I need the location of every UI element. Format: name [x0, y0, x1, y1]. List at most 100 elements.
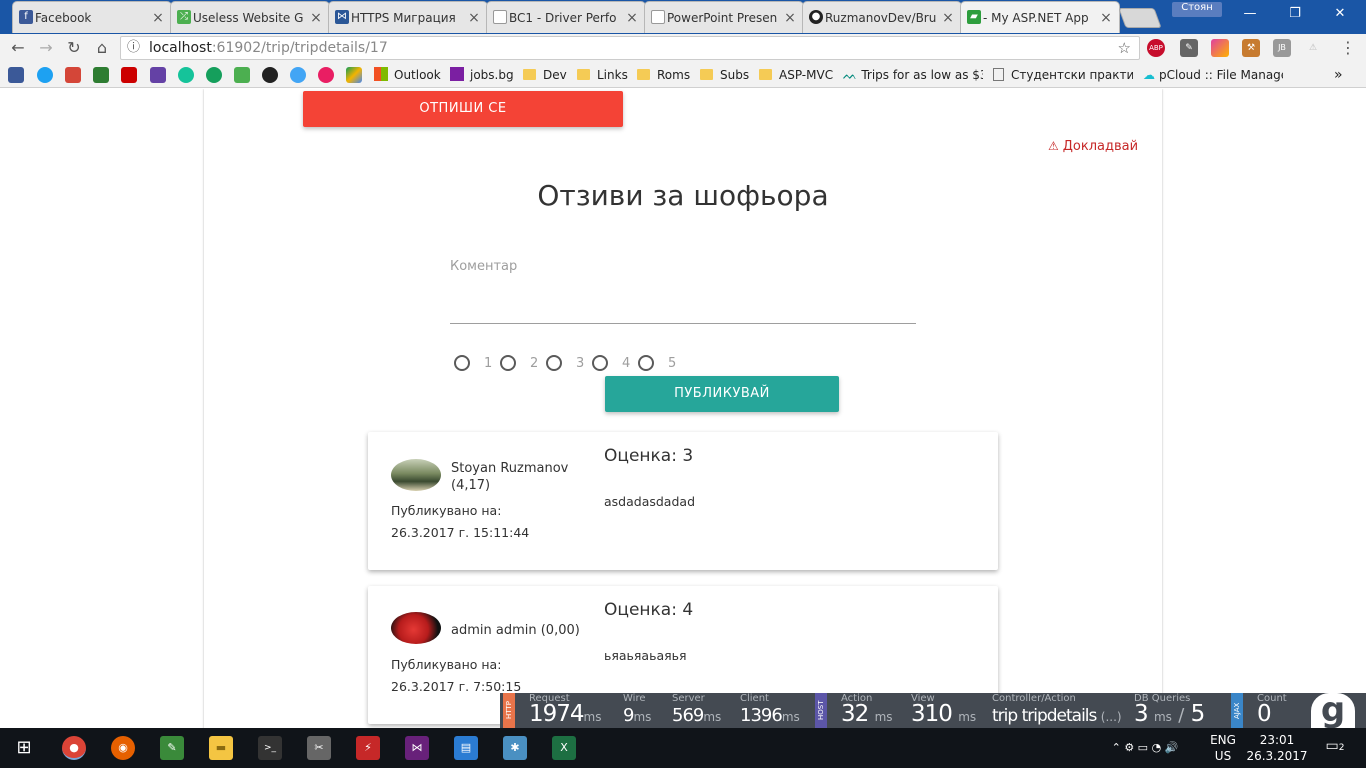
page-icon — [993, 68, 1004, 81]
remote-desktop-taskbar-icon[interactable]: ▤ — [454, 736, 478, 760]
action-center-button[interactable]: ▭2 — [1320, 738, 1350, 756]
tools-extension-icon[interactable]: ⚒ — [1242, 39, 1260, 57]
folder-icon — [577, 69, 590, 80]
minimize-button[interactable]: — — [1235, 4, 1265, 24]
glimpse-hud[interactable]: HTTP Request 1974ms Wire 9ms Server 569m… — [500, 693, 1366, 728]
language-indicator[interactable]: ENG US — [1206, 732, 1240, 764]
bookmark-folder-links[interactable]: Links — [577, 66, 628, 84]
site-info-icon[interactable]: ⓘ — [127, 37, 140, 59]
comment-input[interactable] — [450, 279, 916, 323]
address-bar[interactable]: ⓘ localhost:61902/trip/tripdetails/17 ☆ — [120, 36, 1140, 60]
file-explorer-taskbar-icon[interactable]: ▬ — [209, 736, 233, 760]
back-button[interactable]: ← — [8, 38, 28, 58]
new-tab-button[interactable] — [1118, 8, 1162, 28]
close-tab-icon[interactable]: × — [1099, 10, 1113, 26]
maximize-button[interactable]: ❐ — [1280, 4, 1310, 24]
home-button[interactable]: ⌂ — [92, 38, 112, 58]
forward-button[interactable]: → — [36, 38, 56, 58]
reload-button[interactable]: ↻ — [64, 38, 84, 58]
visual-studio-taskbar-icon[interactable]: ⋈ — [405, 736, 429, 760]
bookmark-pcloud[interactable]: ☁ pCloud :: File Manage — [1143, 66, 1283, 84]
bookmark-folder-roms[interactable]: Roms — [637, 66, 690, 84]
google-drive-bookmark-icon[interactable] — [346, 67, 362, 83]
bookmark-trips[interactable]: ᨓ Trips for as low as $34 — [843, 66, 983, 84]
tab-powerpoint[interactable]: PowerPoint Presen × — [644, 1, 804, 33]
adblock-plus-icon[interactable]: ABP — [1147, 39, 1165, 57]
tab-useless-website[interactable]: ⤮ Useless Website G × — [170, 1, 330, 33]
youtube-bookmark-icon[interactable] — [121, 67, 137, 83]
system-tray-icons[interactable]: ⌃ ⚙ ▭ ◔ 🔊 — [1090, 740, 1200, 756]
rating-radio-3[interactable] — [546, 355, 562, 371]
pink-extension-icon[interactable] — [1211, 39, 1229, 57]
tab-my-aspnet-app[interactable]: ▰ - My ASP.NET App × — [960, 1, 1120, 33]
rating-radio-1[interactable] — [454, 355, 470, 371]
tab-bc1-driver[interactable]: BC1 - Driver Perfo × — [486, 1, 646, 33]
tab-https-migration[interactable]: ⋈ HTTPS Миграция × — [328, 1, 488, 33]
bookmark-folder-asp-mvc[interactable]: ASP-MVC — [759, 66, 833, 84]
review-text: asdadasdadad — [604, 494, 695, 509]
bookmark-jobs-bg[interactable]: jobs.bg — [450, 66, 514, 84]
page-viewport: ОТПИШИ СЕ ⚠ Докладвай Отзиви за шофьора К… — [0, 89, 1366, 728]
upload-bookmark-icon[interactable] — [234, 67, 250, 83]
unsubscribe-button[interactable]: ОТПИШИ СЕ — [303, 91, 623, 127]
filezilla-taskbar-icon[interactable]: ⚡ — [356, 736, 380, 760]
published-label: Публикувано на: — [391, 503, 502, 518]
metric-value: trip tripdetails (...) — [992, 706, 1122, 726]
tools-taskbar-icon[interactable]: ✂ — [307, 736, 331, 760]
terminal-taskbar-icon[interactable]: >_ — [258, 736, 282, 760]
clock[interactable]: 23:01 26.3.2017 г. — [1240, 732, 1314, 780]
start-button[interactable]: ⊞ — [12, 736, 36, 760]
flight-icon: ᨓ — [843, 68, 858, 82]
rating-radio-4[interactable] — [592, 355, 608, 371]
bookmark-folder-subs[interactable]: Subs — [700, 66, 749, 84]
jetbrains-extension-icon[interactable]: JB — [1273, 39, 1291, 57]
close-tab-icon[interactable]: × — [467, 10, 481, 26]
tab-github[interactable]: ● RuzmanovDev/Bru × — [802, 1, 962, 33]
github-bookmark-icon[interactable] — [262, 67, 278, 83]
chrome-taskbar-icon[interactable]: ● — [62, 736, 86, 760]
facebook-bookmark-icon[interactable] — [8, 67, 24, 83]
language-code: ENG — [1210, 733, 1236, 747]
close-tab-icon[interactable]: × — [309, 10, 323, 26]
twitch-bookmark-icon[interactable] — [150, 67, 166, 83]
bookmark-student-practices[interactable]: Студентски практики — [993, 66, 1133, 84]
bookmark-outlook[interactable]: Outlook — [374, 66, 441, 84]
close-tab-icon[interactable]: × — [783, 10, 797, 26]
close-window-button[interactable]: ✕ — [1325, 4, 1355, 24]
rating-radio-5[interactable] — [638, 355, 654, 371]
close-tab-icon[interactable]: × — [151, 10, 165, 26]
g-refresh-bookmark-icon[interactable] — [206, 67, 222, 83]
twitter-bookmark-icon[interactable] — [37, 67, 53, 83]
metric-label: Server — [672, 693, 705, 704]
profile-button[interactable]: Стоян — [1172, 2, 1222, 17]
close-tab-icon[interactable]: × — [625, 10, 639, 26]
rating-label-4: 4 — [622, 356, 631, 371]
bookmark-star-icon[interactable]: ☆ — [1118, 37, 1131, 59]
tab-facebook[interactable]: f Facebook × — [12, 1, 172, 33]
bookmarks-overflow-button[interactable]: » — [1334, 66, 1343, 84]
publish-button[interactable]: ПУБЛИКУВАЙ — [605, 376, 839, 412]
chrome-menu-icon[interactable]: ⋮ — [1338, 38, 1358, 58]
glimpse-logo-icon[interactable]: g — [1311, 693, 1355, 728]
rating-label-2: 2 — [530, 356, 539, 371]
network-taskbar-icon[interactable]: ✱ — [503, 736, 527, 760]
drop-bookmark-icon[interactable] — [290, 67, 306, 83]
notepad-taskbar-icon[interactable]: ✎ — [160, 736, 184, 760]
shuffle-icon: ⤮ — [177, 10, 191, 24]
warning-extension-icon[interactable]: ⚠ — [1304, 39, 1322, 57]
warning-icon: ⚠ — [1048, 139, 1059, 153]
color-picker-icon[interactable]: ✎ — [1180, 39, 1198, 57]
tab-label: - My ASP.NET App — [983, 10, 1089, 25]
grammarly-bookmark-icon[interactable] — [178, 67, 194, 83]
excel-taskbar-icon[interactable]: X — [552, 736, 576, 760]
close-tab-icon[interactable]: × — [941, 10, 955, 26]
media-bookmark-icon[interactable] — [318, 67, 334, 83]
gmail-bookmark-icon[interactable] — [65, 67, 81, 83]
document-icon — [493, 10, 507, 24]
firefox-taskbar-icon[interactable]: ◉ — [111, 736, 135, 760]
metric-label: Client — [740, 693, 769, 704]
report-link[interactable]: ⚠ Докладвай — [1048, 139, 1138, 154]
rating-radio-2[interactable] — [500, 355, 516, 371]
home-bookmark-icon[interactable] — [93, 67, 109, 83]
bookmark-folder-dev[interactable]: Dev — [523, 66, 567, 84]
